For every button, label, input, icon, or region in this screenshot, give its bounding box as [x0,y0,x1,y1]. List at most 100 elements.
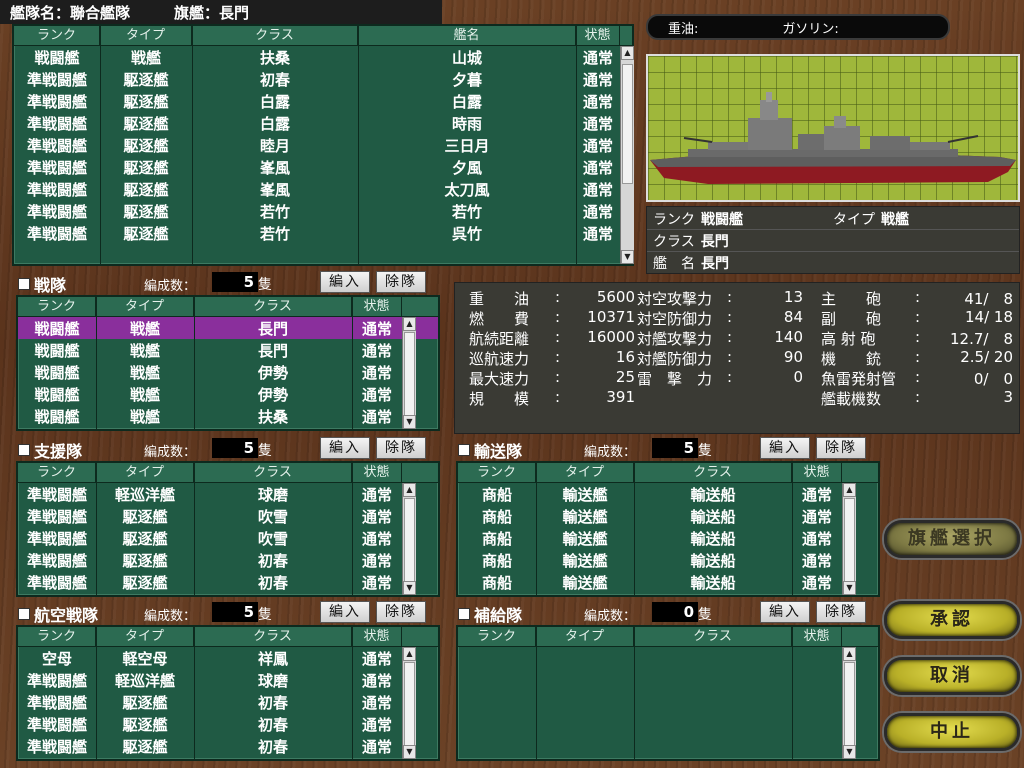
ship-row[interactable]: 準戦闘艦 駆逐艦 初春 通常 [18,735,438,757]
count-label: 編成数： [144,279,197,294]
scroll-down-icon[interactable]: ▼ [403,415,416,429]
transport-fleet-remove-button[interactable]: 除隊 [816,437,866,459]
scroll-thumb[interactable] [844,662,855,746]
ship-cell: 輸送艦 [562,551,608,570]
ship-row[interactable]: 準戦闘艦 駆逐艦 初春 通常 [18,571,438,593]
ship-row[interactable]: 戦闘艦 戦艦 長門 通常 [18,317,438,339]
ship-cell: 扶桑 [257,407,288,426]
scroll-up-icon[interactable]: ▲ [403,483,416,497]
ship-row[interactable]: 準戦闘艦 軽巡洋艦 球磨 通常 [18,483,438,505]
transport-fleet-edit-button[interactable]: 編入 [760,437,810,459]
ship-row[interactable]: 準戦闘艦 駆逐艦 初春 夕暮 通常 [14,68,632,90]
ship-row[interactable]: 準戦闘艦 駆逐艦 吹雪 通常 [18,527,438,549]
air-fleet-checkbox[interactable] [18,608,30,620]
ship-row[interactable]: 戦闘艦 戦艦 伊勢 通常 [18,361,438,383]
ship-row[interactable]: 準戦闘艦 駆逐艦 若竹 若竹 通常 [14,200,632,222]
scrollbar[interactable]: ▲ ▼ [620,46,634,264]
scroll-thumb[interactable] [404,498,415,582]
ship-row[interactable]: 商船 輸送艦 輸送船 通常 [458,527,878,549]
ship-row[interactable]: 商船 輸送艦 輸送船 通常 [458,571,878,593]
column-header: クラス [194,463,352,482]
scroll-down-icon[interactable]: ▼ [403,745,416,759]
count-unit: 隻 [698,607,712,623]
stat-text: 機 銃 [821,350,882,368]
stat-text: : [915,368,921,386]
ship-cell: 通常 [801,529,832,548]
ship-cell: 準戦闘艦 [26,671,87,690]
scrollbar[interactable]: ▲ ▼ [842,647,856,759]
stat-text: 対空攻撃力 [637,290,713,308]
air-fleet-remove-button[interactable]: 除隊 [376,601,426,623]
battle-fleet-checkbox[interactable] [18,278,30,290]
stat-text: 391 [606,388,635,406]
ship-row[interactable]: 準戦闘艦 駆逐艦 白露 時雨 通常 [14,112,632,134]
supply-fleet-checkbox[interactable] [458,608,470,620]
stat-text: 84 [783,308,803,326]
ship-row[interactable]: 準戦闘艦 駆逐艦 初春 通常 [18,713,438,735]
supply-fleet-count: 0 [652,602,698,622]
flagship-select-button[interactable]: 旗艦選択 [884,520,1020,558]
supply-fleet-list: ランク タイプ クラス 状態 ▲ ▼ [456,625,880,761]
ship-row[interactable]: 準戦闘艦 軽巡洋艦 球磨 通常 [18,669,438,691]
ship-cell: 商船 [481,507,512,526]
scroll-up-icon[interactable]: ▲ [403,647,416,661]
scroll-up-icon[interactable]: ▲ [621,46,634,60]
ship-row[interactable]: 準戦闘艦 駆逐艦 白露 白露 通常 [14,90,632,112]
stat-text: 対艦攻撃力 [637,330,713,348]
ship-row[interactable]: 商船 輸送艦 輸送船 通常 [458,505,878,527]
approve-button[interactable]: 承認 [884,601,1020,639]
ship-cell: 夕暮 [451,70,482,89]
battle-fleet-edit-button[interactable]: 編入 [320,271,370,293]
cancel-button[interactable]: 取消 [884,657,1020,695]
ship-row[interactable]: 商船 輸送艦 輸送船 通常 [458,483,878,505]
ship-row[interactable]: 準戦闘艦 駆逐艦 初春 通常 [18,691,438,713]
column-header: 状態 [352,297,402,316]
abort-button[interactable]: 中止 [884,713,1020,751]
ship-row[interactable]: 準戦闘艦 駆逐艦 吹雪 通常 [18,505,438,527]
ship-row[interactable]: 準戦闘艦 駆逐艦 峯風 夕風 通常 [14,156,632,178]
ship-row[interactable]: 戦闘艦 戦艦 長門 通常 [18,339,438,361]
ship-row[interactable]: 空母 軽空母 祥鳳 通常 [18,647,438,669]
scroll-thumb[interactable] [622,64,633,184]
battle-fleet-remove-button[interactable]: 除隊 [376,271,426,293]
scroll-down-icon[interactable]: ▼ [403,581,416,595]
ship-row[interactable]: 準戦闘艦 駆逐艦 初春 通常 [18,549,438,571]
ship-cell: 駆逐艦 [123,158,169,177]
scrollbar[interactable]: ▲ ▼ [402,647,416,759]
scroll-down-icon[interactable]: ▼ [843,581,856,595]
support-fleet-checkbox[interactable] [18,444,30,456]
list-header: ランク タイプ クラス 艦名 状態 [14,26,632,46]
scroll-up-icon[interactable]: ▲ [843,647,856,661]
scroll-up-icon[interactable]: ▲ [843,483,856,497]
ship-row[interactable]: 準戦闘艦 駆逐艦 睦月 三日月 通常 [14,134,632,156]
ship-cell: 伊勢 [257,363,288,382]
stat-text: : [915,308,921,326]
support-fleet-remove-button[interactable]: 除隊 [376,437,426,459]
support-fleet-title: 支援隊 [18,438,82,462]
scroll-thumb[interactable] [844,498,855,582]
ship-row[interactable]: 戦闘艦 戦艦 伊勢 通常 [18,383,438,405]
ship-row[interactable]: 戦闘艦 戦艦 扶桑 山城 通常 [14,46,632,68]
scrollbar[interactable]: ▲ ▼ [402,317,416,429]
ship-cell: 準戦闘艦 [26,693,87,712]
ship-row[interactable]: 準戦闘艦 駆逐艦 峯風 太刀風 通常 [14,178,632,200]
scroll-down-icon[interactable]: ▼ [621,250,634,264]
stat-text: 16000 [587,328,635,346]
scroll-thumb[interactable] [404,332,415,416]
column-header: 状態 [352,463,402,482]
air-fleet-edit-button[interactable]: 編入 [320,601,370,623]
support-fleet-edit-button[interactable]: 編入 [320,437,370,459]
scrollbar[interactable]: ▲ ▼ [402,483,416,595]
column-header: 艦名 [358,26,576,45]
scrollbar[interactable]: ▲ ▼ [842,483,856,595]
scroll-thumb[interactable] [404,662,415,746]
ship-row[interactable]: 商船 輸送艦 輸送船 通常 [458,549,878,571]
ship-cell: 駆逐艦 [123,180,169,199]
supply-fleet-edit-button[interactable]: 編入 [760,601,810,623]
scroll-down-icon[interactable]: ▼ [843,745,856,759]
ship-row[interactable]: 準戦闘艦 駆逐艦 若竹 呉竹 通常 [14,222,632,244]
ship-row[interactable]: 戦闘艦 戦艦 扶桑 通常 [18,405,438,427]
scroll-up-icon[interactable]: ▲ [403,317,416,331]
supply-fleet-remove-button[interactable]: 除隊 [816,601,866,623]
transport-fleet-checkbox[interactable] [458,444,470,456]
